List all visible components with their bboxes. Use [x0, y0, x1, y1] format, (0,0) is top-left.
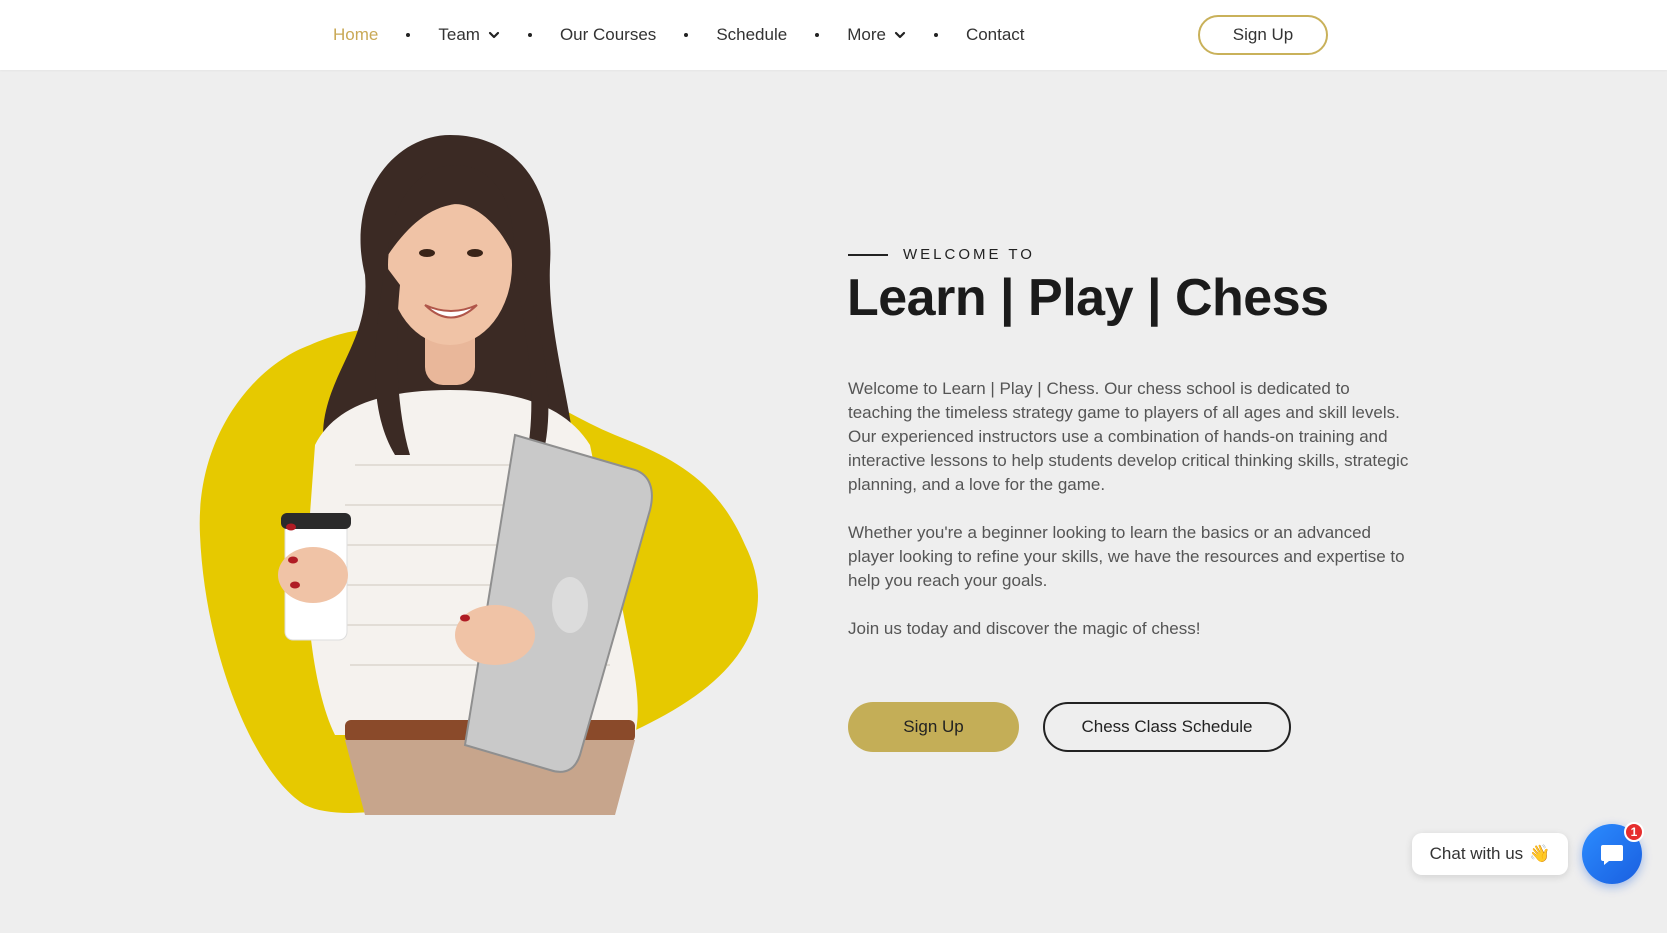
nav-item-label: Our Courses: [559, 25, 657, 44]
chat-notification-badge: 1: [1624, 822, 1644, 842]
nav-separator-dot: [933, 33, 938, 37]
hero-signup-button[interactable]: Sign Up: [848, 702, 1019, 752]
chat-label: Chat with us: [1429, 844, 1524, 863]
nav-item-label: More: [847, 25, 886, 44]
welcome-eyebrow: WELCOME TO: [848, 246, 1035, 263]
hero-paragraph-1: Welcome to Learn | Play | Chess. Our che…: [848, 379, 1409, 494]
nav-item-label: Home: [333, 25, 379, 44]
main-nav: Home Team Our Courses Schedule More Cont…: [333, 0, 1025, 70]
chevron-down-icon: [488, 31, 500, 39]
nav-item-label: Team: [438, 25, 480, 44]
nav-item-label: Contact: [965, 25, 1025, 44]
nav-item-team[interactable]: Team: [438, 25, 500, 45]
chat-with-us-bubble[interactable]: Chat with us 👋: [1412, 833, 1568, 875]
nav-item-schedule[interactable]: Schedule: [716, 25, 787, 45]
hero-paragraph-2: Whether you're a beginner looking to lea…: [848, 523, 1405, 590]
chat-icon: [1601, 845, 1623, 865]
nav-item-contact[interactable]: Contact: [966, 25, 1025, 45]
chevron-down-icon: [894, 31, 906, 39]
eyebrow-text: WELCOME TO: [903, 246, 1035, 263]
nav-item-home[interactable]: Home: [333, 25, 378, 45]
nav-separator-dot: [527, 33, 532, 37]
wave-hand-icon: 👋: [1529, 844, 1551, 863]
header-signup-button[interactable]: Sign Up: [1198, 15, 1328, 55]
chess-class-schedule-button[interactable]: Chess Class Schedule: [1043, 702, 1291, 752]
nav-item-our-courses[interactable]: Our Courses: [560, 25, 656, 45]
nav-item-more[interactable]: More: [847, 25, 906, 45]
hero-illustration: [199, 135, 759, 815]
hero-title: Learn | Play | Chess: [847, 269, 1329, 327]
eyebrow-line: [848, 253, 888, 256]
nav-separator-dot: [684, 33, 689, 37]
top-navbar: Home Team Our Courses Schedule More Cont…: [0, 0, 1667, 70]
nav-item-label: Schedule: [716, 25, 788, 44]
nav-separator-dot: [815, 33, 820, 37]
nav-separator-dot: [406, 33, 411, 37]
hero-paragraph-3: Join us today and discover the magic of …: [848, 619, 1201, 638]
